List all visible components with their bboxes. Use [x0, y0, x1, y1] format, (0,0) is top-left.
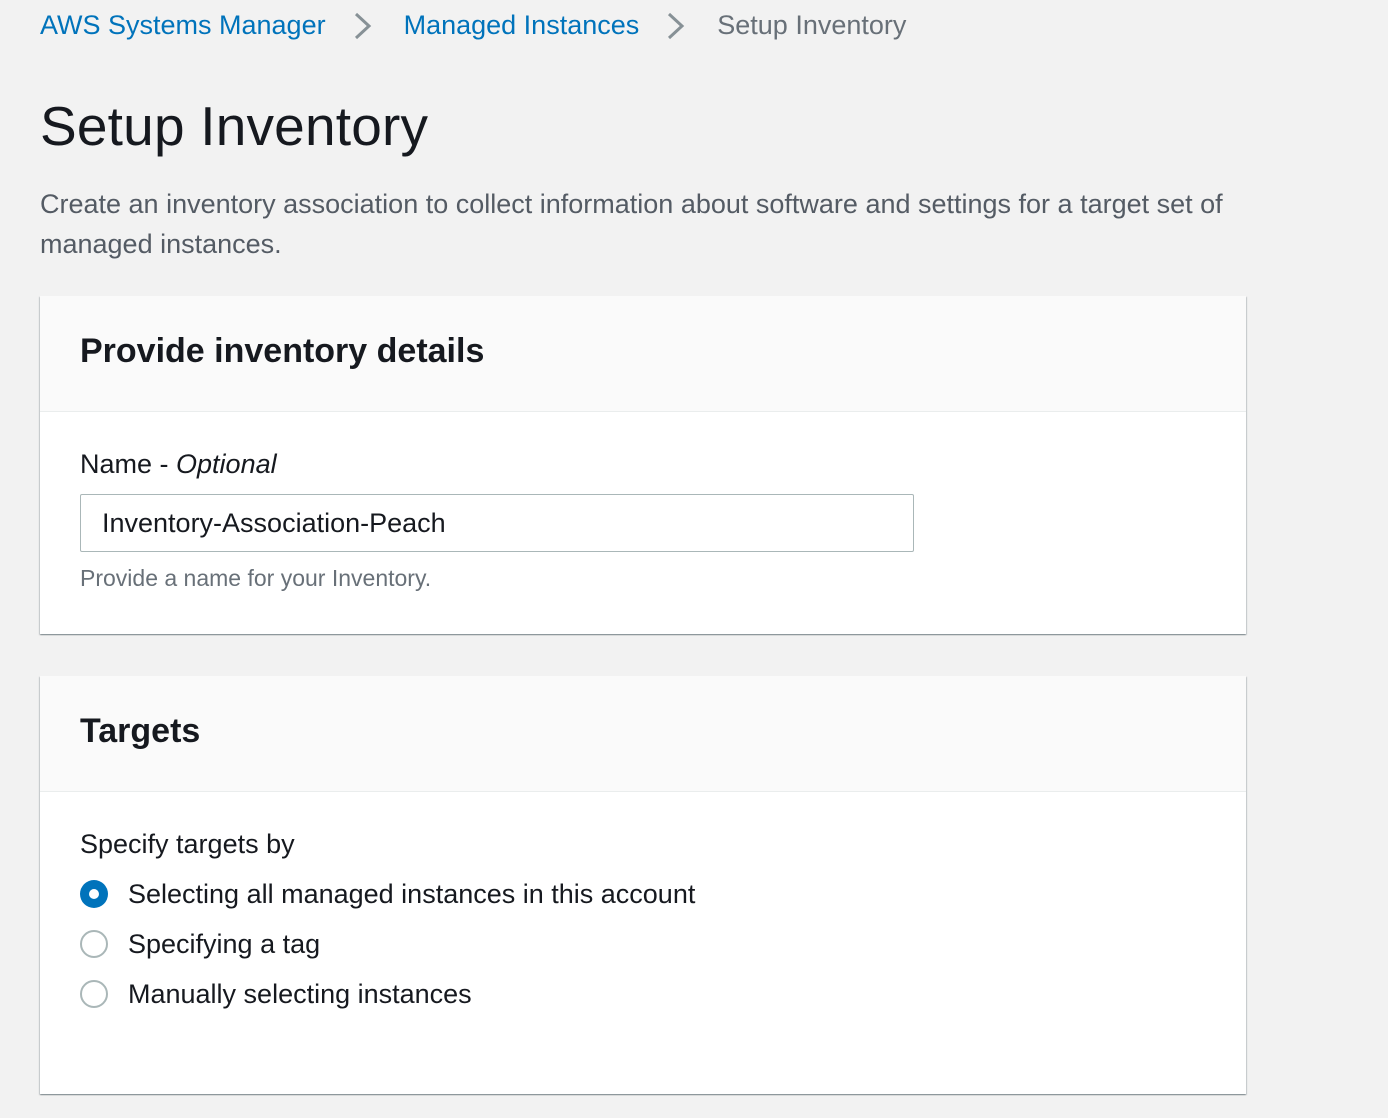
- radio-option-label: Manually selecting instances: [128, 979, 472, 1009]
- page-description: Create an inventory association to colle…: [40, 189, 1223, 259]
- panel-header: Provide inventory details: [40, 296, 1246, 412]
- radio-option-all-instances[interactable]: Selecting all managed instances in this …: [80, 874, 695, 914]
- radio-button[interactable]: [80, 930, 108, 958]
- breadcrumb-link-systems-manager[interactable]: AWS Systems Manager: [40, 10, 326, 41]
- name-label-text: Name -: [80, 449, 177, 479]
- radio-button[interactable]: [80, 980, 108, 1008]
- radio-option-specify-tag[interactable]: Specifying a tag: [80, 924, 320, 964]
- optional-label: Optional: [176, 449, 277, 479]
- panel-title: Targets: [80, 712, 201, 750]
- page-title: Setup Inventory: [40, 95, 429, 157]
- name-field-label: Name - Optional: [80, 446, 277, 482]
- targets-group-label: Specify targets by: [80, 829, 295, 859]
- targets-panel: Targets Specify targets by Selecting all…: [40, 676, 1246, 1094]
- radio-option-label: Specifying a tag: [128, 929, 321, 959]
- chevron-right-icon: [657, 6, 703, 44]
- inventory-details-panel: Provide inventory details Name - Optiona…: [40, 296, 1246, 634]
- panel-title: Provide inventory details: [80, 332, 485, 370]
- radio-option-manual-select[interactable]: Manually selecting instances: [80, 974, 472, 1014]
- breadcrumb-link-managed-instances[interactable]: Managed Instances: [404, 10, 640, 41]
- chevron-right-icon: [344, 6, 390, 44]
- radio-option-label: Selecting all managed instances in this …: [128, 879, 696, 909]
- name-hint: Provide a name for your Inventory.: [80, 565, 432, 591]
- breadcrumb: AWS Systems Manager Managed Instances Se…: [40, 6, 906, 44]
- name-input[interactable]: [80, 494, 914, 552]
- radio-button[interactable]: [80, 880, 108, 908]
- breadcrumb-current-page: Setup Inventory: [717, 9, 907, 40]
- panel-header: Targets: [40, 676, 1246, 792]
